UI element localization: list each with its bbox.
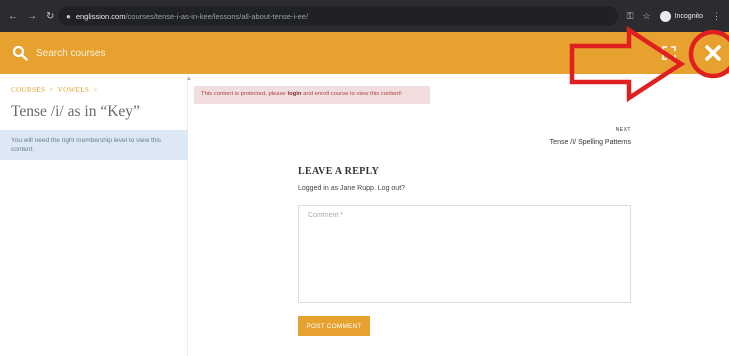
- browser-toolbar: ← → ↻ ● englission.com/courses/tense-i-a…: [0, 0, 729, 32]
- next-label: NEXT: [615, 127, 631, 133]
- protected-content-alert: This content is protected, please login …: [194, 86, 430, 104]
- breadcrumb-separator: >: [93, 86, 98, 94]
- logged-in-text[interactable]: Logged in as Jane Rupp. Log out?: [298, 185, 405, 192]
- incognito-indicator[interactable]: Incognito: [659, 10, 703, 22]
- next-lesson-link[interactable]: Tense /I/ Spelling Patterns: [550, 139, 631, 146]
- url-domain: englission.com: [75, 11, 126, 21]
- search-icon[interactable]: [12, 45, 28, 61]
- breadcrumb-vowels[interactable]: VOWELS: [58, 86, 90, 94]
- address-bar[interactable]: ● englission.com/courses/tense-i-as-in-k…: [58, 6, 618, 26]
- breadcrumb: COURSES > VOWELS >: [11, 86, 98, 94]
- back-arrow-icon[interactable]: ←: [8, 11, 18, 22]
- breadcrumb-courses[interactable]: COURSES: [11, 86, 45, 94]
- forward-arrow-icon[interactable]: →: [27, 11, 37, 22]
- search-input[interactable]: [36, 43, 296, 63]
- breadcrumb-separator: >: [49, 86, 54, 94]
- leave-reply-heading: LEAVE A REPLY: [298, 166, 380, 177]
- post-comment-button[interactable]: POST COMMENT: [298, 316, 370, 336]
- incognito-label: Incognito: [674, 12, 703, 20]
- star-icon[interactable]: ☆: [643, 11, 651, 22]
- key-icon[interactable]: ⚿: [627, 11, 634, 22]
- lock-icon: ●: [66, 11, 71, 21]
- url-path: /courses/tense-i-as-in-kee/lessons/all-a…: [125, 11, 309, 21]
- reload-icon[interactable]: ↻: [46, 11, 54, 22]
- lesson-sidebar: COURSES > VOWELS > Tense /i/ as in “Key”…: [0, 74, 188, 356]
- sidebar-collapse-handle[interactable]: ▲: [186, 76, 192, 82]
- login-link[interactable]: login: [287, 91, 301, 97]
- close-icon[interactable]: [703, 43, 723, 63]
- course-header-bar: [0, 32, 729, 74]
- kebab-menu-icon[interactable]: ⋮: [712, 11, 721, 22]
- lesson-title: Tense /i/ as in “Key”: [11, 103, 140, 120]
- membership-notice: You will need the right membership level…: [0, 130, 188, 160]
- incognito-avatar-icon: [659, 10, 671, 22]
- protected-text-pre: This content is protected, please: [201, 91, 288, 97]
- protected-text-post: and enroll course to view this content!: [301, 91, 402, 97]
- comment-textarea[interactable]: [298, 205, 631, 303]
- expand-icon[interactable]: [661, 45, 677, 61]
